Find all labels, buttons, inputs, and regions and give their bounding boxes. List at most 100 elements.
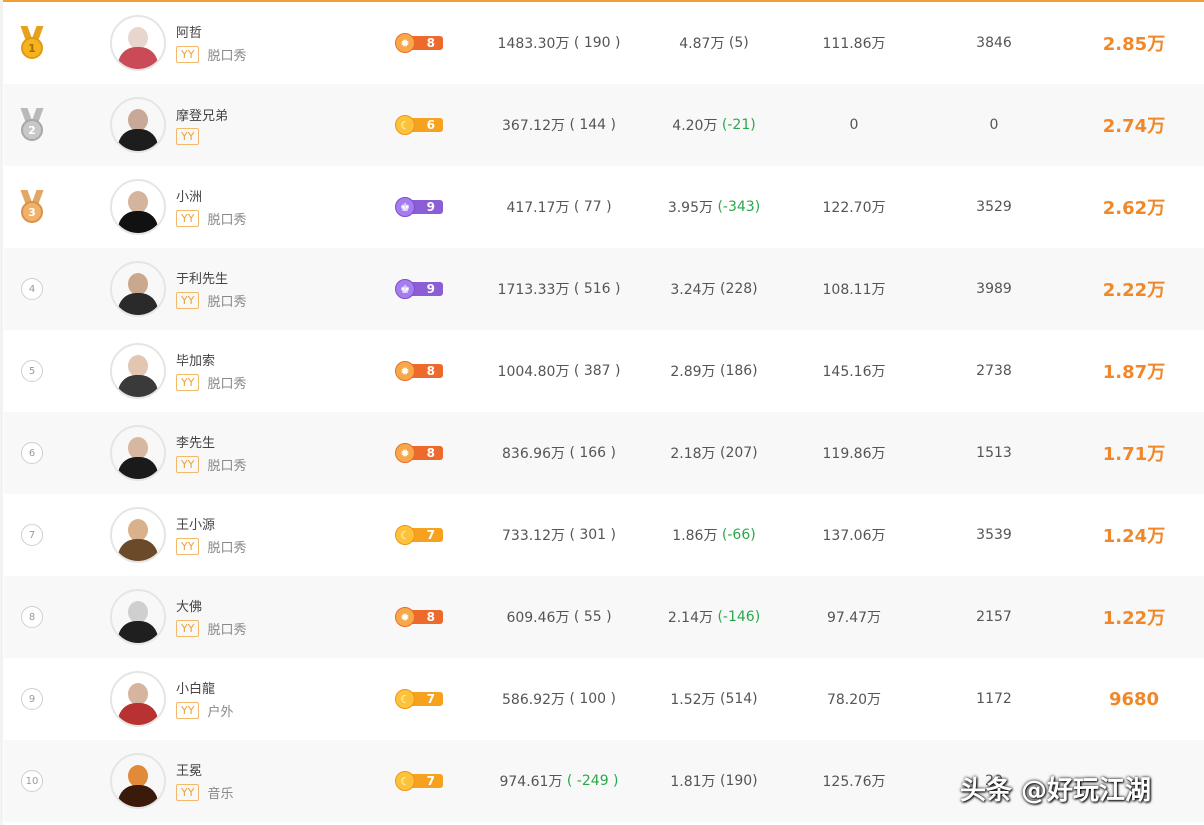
table-row[interactable]: 5 毕加索 YY 脱口秀 8 ✹ 1004.80万 ( 387 ) 2.89万 … [4, 330, 1204, 412]
rank-number: 1 [21, 37, 43, 59]
rank-cell: 6 [12, 412, 52, 494]
streamer-name[interactable]: 李先生 [176, 432, 246, 451]
stat-b-value: 4.20万 [672, 118, 718, 134]
stat-a-value: 417.17万 [506, 200, 570, 216]
table-row[interactable]: 3 小洲 YY 脱口秀 9 ♚ 417.17万 ( 77 ) 3.95万 (-3… [4, 166, 1204, 248]
avatar[interactable] [110, 507, 166, 563]
avatar[interactable] [110, 753, 166, 809]
avatar-cell[interactable] [110, 576, 166, 658]
stat-a-cell: 417.17万 ( 77 ) [474, 166, 644, 248]
sun-icon: ✹ [395, 607, 415, 627]
avatar[interactable] [110, 671, 166, 727]
stat-a-delta: ( 516 ) [573, 281, 621, 297]
stat-a-cell: 367.12万 ( 144 ) [474, 84, 644, 166]
stat-a-cell: 586.92万 ( 100 ) [474, 658, 644, 740]
avatar-cell[interactable] [110, 166, 166, 248]
avatar[interactable] [110, 261, 166, 317]
streamer-info: 毕加索 YY 脱口秀 [176, 330, 376, 412]
rank-number: 4 [21, 278, 43, 300]
stat-c-value: 122.70万 [822, 200, 886, 216]
stat-a-delta: ( 387 ) [573, 363, 621, 379]
avatar[interactable] [110, 425, 166, 481]
avatar-cell[interactable] [110, 248, 166, 330]
stat-a-delta: ( 144 ) [569, 117, 616, 133]
level-badge: 7 ☾ [395, 525, 445, 545]
category-label: 脱口秀 [207, 459, 247, 474]
category-label: 脱口秀 [207, 49, 247, 64]
streamer-name[interactable]: 王冕 [176, 760, 233, 779]
score-value: 1.22万 [1102, 608, 1166, 629]
streamer-info: 摩登兄弟 YY [176, 84, 376, 166]
score-value: 2.62万 [1102, 198, 1166, 219]
stat-d-value: 3539 [976, 527, 1012, 543]
rank-cell: 9 [12, 658, 52, 740]
avatar-cell[interactable] [110, 2, 166, 84]
table-row[interactable]: 9 小白龍 YY 户外 7 ☾ 586.92万 ( 100 ) 1.52万 (5… [4, 658, 1204, 740]
level-cell: 8 ✹ [392, 412, 448, 494]
moon-icon: ☾ [395, 689, 415, 709]
stat-b-value: 2.18万 [670, 446, 716, 462]
platform-tag: YY [176, 46, 200, 63]
ranking-table: 1 阿哲 YY 脱口秀 8 ✹ 1483.30万 ( 190 ) 4.87万 (… [4, 2, 1204, 822]
stat-b-value: 1.52万 [670, 692, 716, 708]
stat-a-value: 974.61万 [499, 774, 563, 790]
table-row[interactable]: 8 大佛 YY 脱口秀 8 ✹ 609.46万 ( 55 ) 2.14万 (-1… [4, 576, 1204, 658]
stat-b-value: 2.89万 [670, 364, 716, 380]
stat-a-cell: 836.96万 ( 166 ) [474, 412, 644, 494]
stat-b-cell: 1.52万 (514) [644, 658, 784, 740]
stat-a-cell: 1004.80万 ( 387 ) [474, 330, 644, 412]
table-row[interactable]: 7 王小源 YY 脱口秀 7 ☾ 733.12万 ( 301 ) 1.86万 (… [4, 494, 1204, 576]
category-label: 脱口秀 [207, 295, 247, 310]
table-row[interactable]: 6 李先生 YY 脱口秀 8 ✹ 836.96万 ( 166 ) 2.18万 (… [4, 412, 1204, 494]
avatar-cell[interactable] [110, 330, 166, 412]
stat-d-value: 0 [989, 117, 999, 133]
category-label: 脱口秀 [207, 377, 247, 392]
stat-a-cell: 1483.30万 ( 190 ) [474, 2, 644, 84]
avatar[interactable] [110, 589, 166, 645]
stat-a-cell: 1713.33万 ( 516 ) [474, 248, 644, 330]
table-row[interactable]: 2 摩登兄弟 YY 6 ☾ 367.12万 ( 144 ) 4.20万 (-21… [4, 84, 1204, 166]
avatar[interactable] [110, 343, 166, 399]
stat-d-value: 3846 [976, 35, 1012, 51]
stat-b-delta: (-66) [721, 527, 756, 543]
streamer-name[interactable]: 王小源 [176, 514, 246, 533]
avatar[interactable] [110, 179, 166, 235]
table-row[interactable]: 1 阿哲 YY 脱口秀 8 ✹ 1483.30万 ( 190 ) 4.87万 (… [4, 2, 1204, 84]
score-value: 2.22万 [1102, 280, 1166, 301]
level-cell: 6 ☾ [392, 84, 448, 166]
streamer-info: 王小源 YY 脱口秀 [176, 494, 376, 576]
streamer-info: 阿哲 YY 脱口秀 [176, 2, 376, 84]
streamer-name[interactable]: 摩登兄弟 [176, 105, 228, 124]
avatar-cell[interactable] [110, 494, 166, 576]
streamer-name[interactable]: 毕加索 [176, 350, 246, 369]
level-badge: 8 ✹ [395, 443, 445, 463]
rank-number: 5 [21, 360, 43, 382]
category-label: 脱口秀 [207, 541, 247, 556]
stat-a-value: 1713.33万 [497, 282, 570, 298]
avatar-cell[interactable] [110, 740, 166, 822]
stat-c-value: 108.11万 [822, 282, 886, 298]
avatar-cell[interactable] [110, 84, 166, 166]
avatar[interactable] [110, 97, 166, 153]
streamer-name[interactable]: 小洲 [176, 186, 246, 205]
platform-tag: YY [176, 784, 200, 801]
rank-cell: 8 [12, 576, 52, 658]
stat-a-delta: ( 100 ) [569, 691, 616, 707]
rank-number: 9 [21, 688, 43, 710]
category-label: 户外 [207, 705, 234, 720]
stat-a-delta: ( 190 ) [573, 35, 621, 51]
level-badge: 9 ♚ [395, 279, 445, 299]
stat-b-value: 2.14万 [667, 610, 713, 626]
avatar-cell[interactable] [110, 412, 166, 494]
streamer-name[interactable]: 阿哲 [176, 22, 246, 41]
stat-c-value: 111.86万 [822, 36, 886, 52]
streamer-name[interactable]: 于利先生 [176, 268, 246, 287]
table-row[interactable]: 4 于利先生 YY 脱口秀 9 ♚ 1713.33万 ( 516 ) 3.24万… [4, 248, 1204, 330]
avatar-cell[interactable] [110, 658, 166, 740]
streamer-name[interactable]: 大佛 [176, 596, 246, 615]
streamer-name[interactable]: 小白龍 [176, 678, 233, 697]
stat-b-delta: (514) [719, 691, 758, 707]
stat-a-delta: ( 301 ) [569, 527, 616, 543]
avatar[interactable] [110, 15, 166, 71]
stat-a-cell: 733.12万 ( 301 ) [474, 494, 644, 576]
